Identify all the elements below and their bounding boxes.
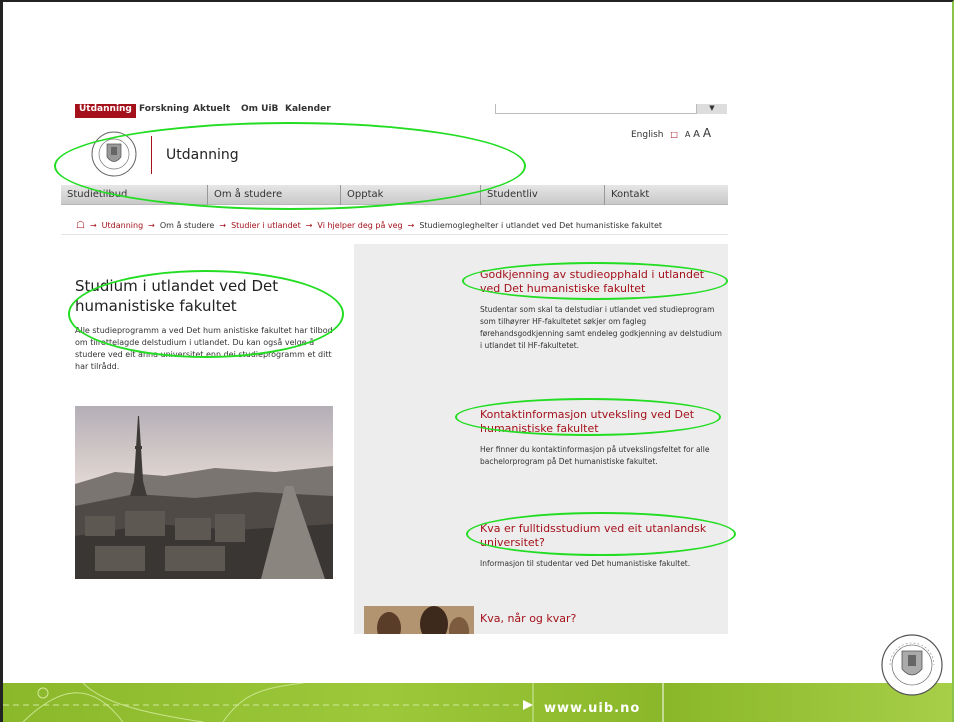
arrow-icon: → bbox=[89, 221, 97, 230]
home-icon[interactable]: ☖ bbox=[76, 220, 85, 231]
breadcrumb-divider bbox=[61, 234, 728, 235]
right-column: Godkjenning av studieopphald i utlandet … bbox=[354, 244, 728, 634]
highlight-ellipse-title bbox=[68, 270, 344, 358]
breadcrumb-om-a-studere[interactable]: Om å studere bbox=[160, 221, 215, 230]
text-size-small[interactable]: A bbox=[685, 130, 690, 139]
highlight-ellipse-godkjenning bbox=[462, 262, 728, 300]
language-row: English □ A A A bbox=[631, 126, 711, 140]
text-size-medium[interactable]: A bbox=[693, 129, 700, 140]
english-link[interactable]: English bbox=[631, 130, 664, 140]
topnav-forskning[interactable]: Forskning bbox=[139, 104, 189, 118]
info-block-kva: Kva, når og kvar? bbox=[480, 612, 725, 626]
breadcrumb-studier-i-utlandet[interactable]: Studier i utlandet bbox=[231, 221, 301, 230]
text-fulltidsstudium: Informasjon til studentar ved Det humani… bbox=[480, 559, 691, 568]
arrow-icon: → bbox=[219, 221, 227, 230]
students-photo bbox=[364, 606, 474, 634]
breadcrumb-current: Studiemogleghelter i utlandet ved Det hu… bbox=[419, 221, 663, 230]
breadcrumb-utdanning[interactable]: Utdanning bbox=[102, 221, 143, 230]
text-kontaktinformasjon: Her finner du kontaktinformasjon på utve… bbox=[480, 445, 710, 466]
breadcrumb-vi-hjelper[interactable]: Vi hjelper deg på veg bbox=[317, 221, 402, 230]
topnav-utdanning[interactable]: Utdanning bbox=[75, 104, 136, 118]
topnav-aktuelt[interactable]: Aktuelt bbox=[193, 104, 230, 118]
footer-bar bbox=[3, 683, 952, 722]
search-input[interactable] bbox=[495, 104, 727, 114]
footer-url[interactable]: www.uib.no bbox=[544, 701, 640, 716]
link-kva-nar-kvar[interactable]: Kva, når og kvar? bbox=[480, 612, 725, 626]
arrow-icon: → bbox=[148, 221, 155, 230]
arrow-icon: → bbox=[407, 221, 415, 230]
highlight-ellipse-header bbox=[54, 122, 526, 210]
highlight-ellipse-fulltid bbox=[466, 512, 736, 556]
search-button[interactable]: ▼ bbox=[696, 104, 727, 114]
highlight-ellipse-kontakt bbox=[455, 398, 721, 436]
footer-decoration bbox=[3, 683, 664, 722]
topnav-om-uib[interactable]: Om UiB bbox=[241, 104, 278, 118]
tab-kontakt[interactable]: Kontakt bbox=[605, 185, 728, 205]
separator-icon: □ bbox=[670, 130, 678, 139]
topnav-kalender[interactable]: Kalender bbox=[285, 104, 331, 118]
breadcrumb: ☖ → Utdanning → Om å studere → Studier i utlan… bbox=[76, 220, 736, 231]
paris-photo bbox=[75, 406, 333, 579]
text-godkjenning: Studentar som skal ta delstudiar i utlan… bbox=[480, 305, 722, 350]
uib-seal-footer-icon bbox=[881, 634, 943, 696]
text-size-large[interactable]: A bbox=[703, 126, 711, 140]
tab-studentliv[interactable]: Studentliv bbox=[481, 185, 605, 205]
arrow-icon: → bbox=[305, 221, 313, 230]
